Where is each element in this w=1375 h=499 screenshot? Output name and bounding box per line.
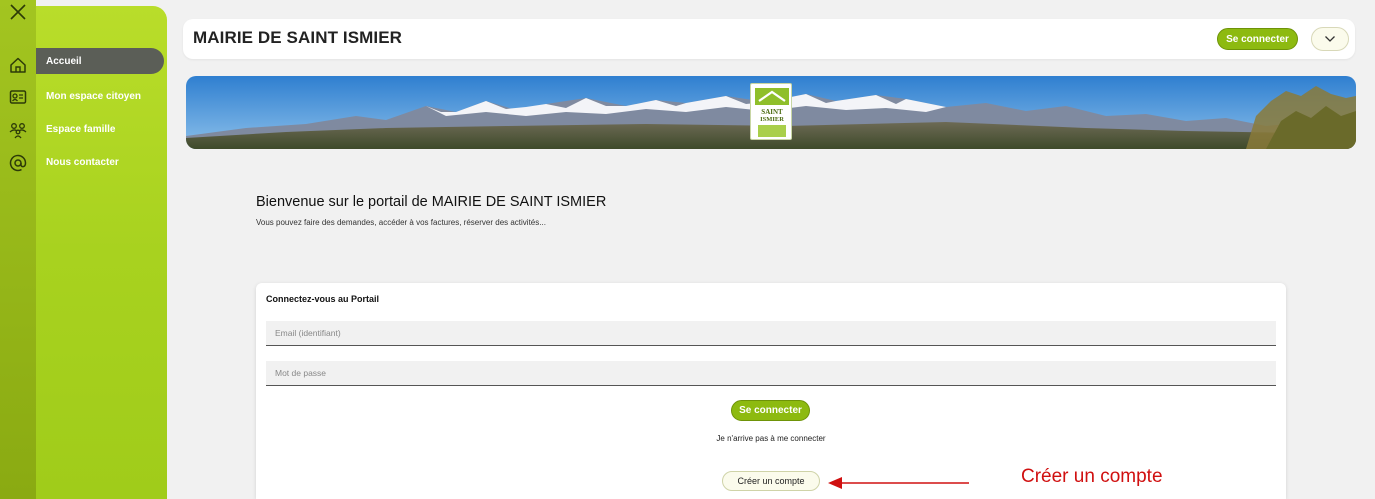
page-title: MAIRIE DE SAINT ISMIER <box>193 28 403 47</box>
header-login-button[interactable]: Se connecter <box>1217 28 1298 50</box>
icon-rail <box>0 0 36 499</box>
forgot-login-link[interactable]: Je n'arrive pas à me connecter <box>256 434 1286 443</box>
id-card-icon[interactable] <box>4 83 32 111</box>
svg-text:SAINT: SAINT <box>761 108 783 116</box>
home-icon[interactable] <box>4 51 32 79</box>
app-root: Accueil Mon espace citoyen Espace famill… <box>0 0 1375 499</box>
family-icon[interactable] <box>4 116 32 144</box>
annotation-arrow-icon <box>828 477 969 489</box>
email-field[interactable] <box>266 321 1276 346</box>
sidebar-item-label: Mon espace citoyen <box>46 90 142 102</box>
create-account-button[interactable]: Créer un compte <box>722 471 820 491</box>
sidebar-item-nous-contacter[interactable]: Nous contacter <box>36 149 164 175</box>
sidebar: Accueil Mon espace citoyen Espace famill… <box>36 6 167 499</box>
login-submit-button[interactable]: Se connecter <box>731 400 810 421</box>
annotation-label: Créer un compte <box>1021 466 1163 487</box>
sidebar-item-accueil[interactable]: Accueil <box>36 48 164 74</box>
login-card-title: Connectez-vous au Portail <box>266 294 380 304</box>
account-dropdown[interactable] <box>1311 27 1349 51</box>
sidebar-item-label: Accueil <box>46 55 82 67</box>
sidebar-item-mon-espace-citoyen[interactable]: Mon espace citoyen <box>36 83 164 109</box>
top-header: MAIRIE DE SAINT ISMIER Se connecter <box>183 19 1355 59</box>
close-icon[interactable] <box>4 0 32 26</box>
chevron-down-icon <box>1325 36 1335 42</box>
at-sign-icon[interactable] <box>4 149 32 177</box>
sidebar-item-label: Nous contacter <box>46 156 119 168</box>
welcome-subtitle: Vous pouvez faire des demandes, accéder … <box>256 218 546 227</box>
password-field[interactable] <box>266 361 1276 386</box>
svg-text:ISMIER: ISMIER <box>760 116 784 123</box>
saint-ismier-logo: SAINT ISMIER <box>750 83 792 140</box>
sidebar-item-label: Espace famille <box>46 123 116 135</box>
welcome-title: Bienvenue sur le portail de MAIRIE DE SA… <box>256 194 607 210</box>
sidebar-item-espace-famille[interactable]: Espace famille <box>36 116 164 142</box>
